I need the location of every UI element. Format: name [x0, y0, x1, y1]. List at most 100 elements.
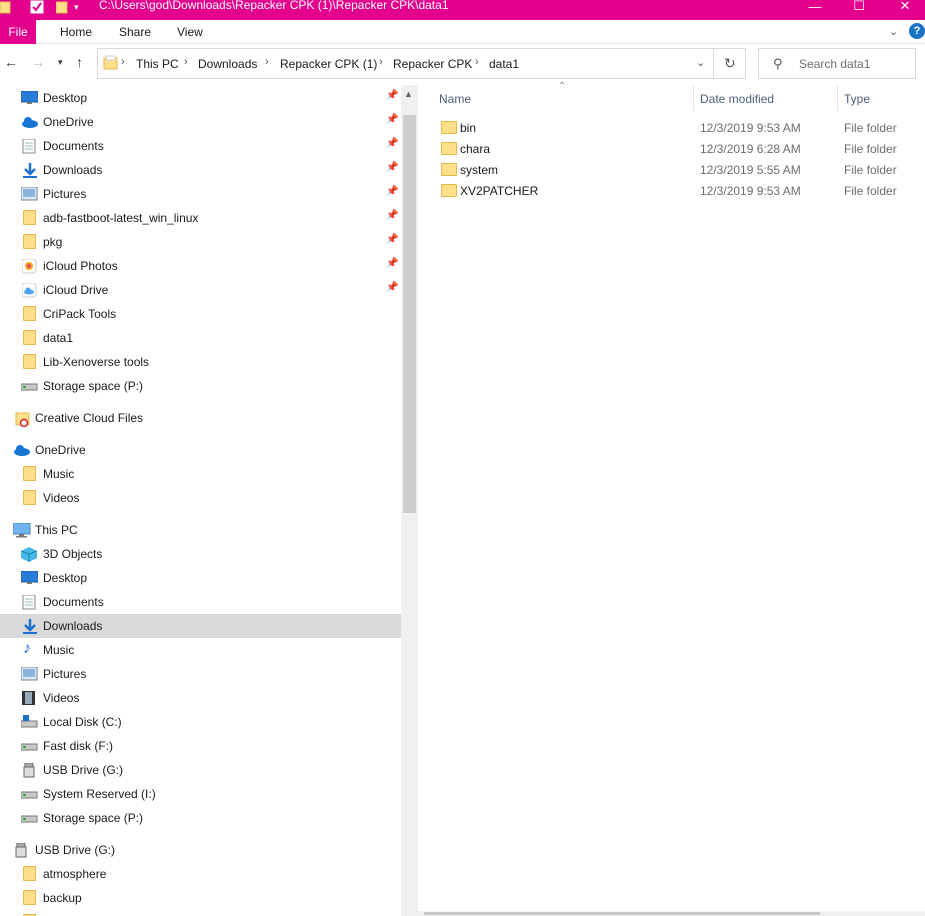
sidebar-item-usb-drive-g[interactable]: USB Drive (G:)	[0, 758, 401, 782]
sidebar-item-lib-xenoverse[interactable]: Lib-Xenoverse tools	[0, 350, 401, 374]
recent-locations-chevron-icon[interactable]: ▾	[58, 57, 63, 68]
sidebar-item-usb-drive-root[interactable]: USB Drive (G:)	[0, 838, 401, 862]
sidebar-item-creative-cloud[interactable]: Creative Cloud Files	[0, 406, 401, 430]
sidebar-item-onedrive-videos[interactable]: Videos	[0, 486, 401, 510]
sidebar-item-documents[interactable]: Documents 📌	[0, 134, 401, 158]
forward-arrow-icon[interactable]: →	[31, 54, 45, 70]
table-row[interactable]: XV2PATCHER 12/3/2019 9:53 AM File folder	[418, 180, 925, 201]
pin-icon[interactable]: 📌	[386, 234, 398, 245]
sidebar-item-system-reserved-i[interactable]: System Reserved (I:)	[0, 782, 401, 806]
pin-icon[interactable]: 📌	[386, 282, 398, 293]
breadcrumb-data1[interactable]: data1	[489, 57, 519, 71]
sidebar-item-music-pc[interactable]: ♪ Music	[0, 638, 401, 662]
customize-toolbar-chevron-icon[interactable]: ▾	[74, 0, 79, 14]
sidebar-item-documents-pc[interactable]: Documents	[0, 590, 401, 614]
sidebar-item-fast-disk-f[interactable]: Fast disk (F:)	[0, 734, 401, 758]
sidebar-item-storage-space-p[interactable]: Storage space (P:)	[0, 374, 401, 398]
pin-icon[interactable]: 📌	[386, 258, 398, 269]
refresh-icon[interactable]: ↻	[724, 55, 736, 72]
file-list: ⌃ Name Date modified Type bin 12/3/2019 …	[418, 81, 925, 916]
sidebar-item-label: data1	[43, 331, 74, 345]
help-icon[interactable]: ?	[909, 23, 925, 39]
maximize-button[interactable]: ☐	[836, 0, 882, 16]
sidebar-item-partial[interactable]	[0, 910, 401, 916]
sidebar-item-onedrive-root[interactable]: OneDrive	[0, 438, 401, 462]
search-box[interactable]: ⚲ Search data1	[758, 48, 916, 79]
breadcrumb-repacker-cpk-1[interactable]: Repacker CPK (1)	[280, 57, 377, 71]
sidebar-item-label: Pictures	[43, 187, 87, 201]
column-header-type[interactable]: Type	[844, 92, 870, 106]
sidebar-item-icloud-photos[interactable]: iCloud Photos 📌	[0, 254, 401, 278]
pin-icon[interactable]: 📌	[386, 210, 398, 221]
tab-share[interactable]: Share	[119, 20, 151, 44]
table-row[interactable]: chara 12/3/2019 6:28 AM File folder	[418, 138, 925, 159]
sidebar-item-data1[interactable]: data1	[0, 326, 401, 350]
ribbon-tabs: File Home Share View ⌄ ?	[0, 20, 925, 44]
videos-icon	[22, 691, 38, 705]
sidebar-item-pictures-pc[interactable]: Pictures	[0, 662, 401, 686]
sidebar-item-label: iCloud Photos	[43, 259, 118, 273]
table-row[interactable]: system 12/3/2019 5:55 AM File folder	[418, 159, 925, 180]
pin-icon[interactable]: 📌	[386, 90, 398, 101]
sidebar-item-atmosphere[interactable]: atmosphere	[0, 862, 401, 886]
sidebar-item-storage-space-p-pc[interactable]: Storage space (P:)	[0, 806, 401, 830]
scrollbar-thumb[interactable]	[403, 115, 416, 513]
sidebar-item-this-pc[interactable]: This PC	[0, 518, 401, 542]
sidebar-item-3d-objects[interactable]: 3D Objects	[0, 542, 401, 566]
pin-icon[interactable]: 📌	[386, 138, 398, 149]
folder-icon	[23, 306, 36, 321]
sidebar-item-pictures[interactable]: Pictures 📌	[0, 182, 401, 206]
address-bar[interactable]: › This PC › Downloads › Repacker CPK (1)…	[97, 48, 746, 79]
sidebar-item-label: CriPack Tools	[43, 307, 117, 321]
minimize-button[interactable]: —	[792, 0, 838, 16]
sidebar-item-icloud-drive[interactable]: iCloud Drive 📌	[0, 278, 401, 302]
breadcrumb-this-pc[interactable]: This PC	[136, 57, 179, 71]
folder-icon	[441, 142, 457, 155]
pin-icon[interactable]: 📌	[386, 114, 398, 125]
sidebar-item-backup[interactable]: backup	[0, 886, 401, 910]
column-header-date-modified[interactable]: Date modified	[700, 92, 774, 106]
column-header-name[interactable]: Name	[439, 92, 471, 106]
sidebar-item-desktop[interactable]: Desktop 📌	[0, 86, 401, 110]
sidebar-item-label: Documents	[43, 595, 104, 609]
sidebar-item-downloads-pc[interactable]: Downloads	[0, 614, 401, 638]
column-divider[interactable]	[693, 85, 694, 111]
up-arrow-icon[interactable]: ↑	[76, 54, 83, 70]
breadcrumb-repacker-cpk[interactable]: Repacker CPK	[393, 57, 472, 71]
address-history-chevron-icon[interactable]: ⌄	[696, 56, 705, 69]
column-divider[interactable]	[837, 85, 838, 111]
scroll-up-arrow-icon[interactable]: ▲	[404, 89, 413, 99]
expand-ribbon-chevron-icon[interactable]: ⌄	[889, 20, 898, 44]
sidebar-item-videos-pc[interactable]: Videos	[0, 686, 401, 710]
table-row[interactable]: bin 12/3/2019 9:53 AM File folder	[418, 117, 925, 138]
sidebar-item-onedrive[interactable]: OneDrive 📌	[0, 110, 401, 134]
properties-icon[interactable]	[30, 0, 44, 14]
sidebar-item-cripack-tools[interactable]: CriPack Tools	[0, 302, 401, 326]
pin-icon[interactable]: 📌	[386, 186, 398, 197]
new-folder-icon[interactable]	[56, 0, 68, 14]
sidebar-item-onedrive-music[interactable]: Music	[0, 462, 401, 486]
close-button[interactable]: ✕	[882, 0, 925, 16]
sidebar-item-desktop-pc[interactable]: Desktop	[0, 566, 401, 590]
sidebar-item-adb-fastboot[interactable]: adb-fastboot-latest_win_linux 📌	[0, 206, 401, 230]
breadcrumb-downloads[interactable]: Downloads	[198, 57, 257, 71]
folder-icon	[441, 121, 457, 134]
tab-home[interactable]: Home	[60, 20, 92, 44]
sidebar-item-label: Creative Cloud Files	[35, 411, 144, 425]
back-arrow-icon[interactable]: ←	[4, 54, 18, 70]
sidebar-item-pkg[interactable]: pkg 📌	[0, 230, 401, 254]
pin-icon[interactable]: 📌	[386, 162, 398, 173]
this-pc-icon	[12, 522, 31, 538]
search-input[interactable]: Search data1	[799, 57, 870, 71]
tab-view[interactable]: View	[177, 20, 203, 44]
horizontal-scrollbar[interactable]	[418, 911, 925, 916]
downloads-icon	[22, 163, 38, 178]
scrollbar-thumb[interactable]	[424, 912, 820, 915]
pictures-icon	[20, 666, 38, 681]
navigation-scrollbar[interactable]: ▲	[401, 85, 418, 916]
sidebar-item-downloads[interactable]: Downloads 📌	[0, 158, 401, 182]
folder-icon	[23, 890, 36, 905]
sidebar-item-label: atmosphere	[43, 867, 107, 881]
sidebar-item-local-disk-c[interactable]: Local Disk (C:)	[0, 710, 401, 734]
tab-file[interactable]: File	[0, 20, 36, 44]
